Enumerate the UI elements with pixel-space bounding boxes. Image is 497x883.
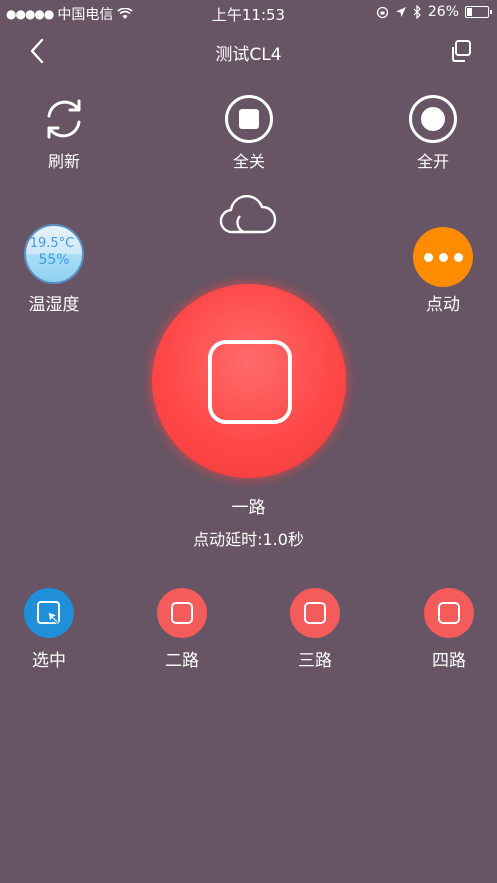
channel-2-label: 二路 — [165, 651, 199, 671]
channel-1-label: 选中 — [32, 651, 66, 671]
copy-button[interactable] — [448, 38, 474, 64]
more-dot-icon — [423, 252, 433, 262]
rotation-lock-icon — [376, 6, 389, 18]
more-dot-icon — [438, 252, 448, 262]
delay-text: 点动延时:1.0秒 — [193, 530, 304, 549]
page-title: 测试CL4 — [215, 45, 282, 65]
channel-1-button[interactable] — [24, 588, 74, 638]
channel-name: 一路 — [231, 498, 266, 518]
copy-icon — [452, 40, 471, 62]
status-right: 26% — [376, 4, 492, 20]
cloud-icon — [219, 194, 277, 234]
channel-2[interactable]: 二路 — [137, 588, 227, 671]
channel-3[interactable]: 三路 — [270, 588, 360, 671]
channel-2-button[interactable] — [157, 588, 207, 638]
all-on-label: 全开 — [416, 152, 449, 171]
cloud-status[interactable] — [218, 190, 278, 236]
channel-4-label: 四路 — [432, 651, 466, 671]
channel-1[interactable]: 选中 — [4, 588, 94, 671]
all-off-button[interactable]: 全关 — [201, 94, 297, 172]
stop-square-icon — [208, 340, 292, 424]
mode-label: 点动 — [426, 295, 460, 315]
channel-3-label: 三路 — [298, 651, 332, 671]
square-icon — [171, 602, 193, 624]
sensor-label: 温湿度 — [28, 295, 80, 315]
refresh-icon — [47, 99, 81, 139]
refresh-button[interactable]: 刷新 — [16, 94, 112, 172]
bluetooth-icon — [413, 5, 421, 19]
channel-4[interactable]: 四路 — [404, 588, 494, 671]
record-icon — [409, 95, 457, 143]
battery-fill — [467, 8, 472, 16]
temperature-value: 19.5°C — [29, 236, 75, 251]
channel-4-button[interactable] — [424, 588, 474, 638]
square-icon — [438, 602, 460, 624]
all-on-button[interactable]: 全开 — [385, 94, 481, 172]
refresh-label: 刷新 — [47, 152, 80, 171]
humidity-value: 55% — [38, 252, 70, 268]
channel-3-button[interactable] — [290, 588, 340, 638]
location-icon — [395, 7, 406, 17]
temperature-humidity-sensor[interactable]: 19.5°C 55% — [24, 224, 84, 284]
sensor-gauge: 19.5°C 55% — [24, 224, 84, 284]
battery-percent: 26% — [427, 4, 459, 20]
select-cursor-icon — [37, 601, 60, 624]
status-bar: ●●●●● 中国电信 上午11:53 26% — [0, 0, 497, 26]
stop-icon — [225, 95, 273, 143]
mode-button[interactable] — [413, 227, 473, 287]
more-dot-icon — [453, 252, 463, 262]
square-icon — [304, 602, 326, 624]
all-off-label: 全关 — [232, 152, 265, 171]
battery-icon — [465, 6, 492, 18]
main-switch-button[interactable] — [152, 284, 346, 478]
